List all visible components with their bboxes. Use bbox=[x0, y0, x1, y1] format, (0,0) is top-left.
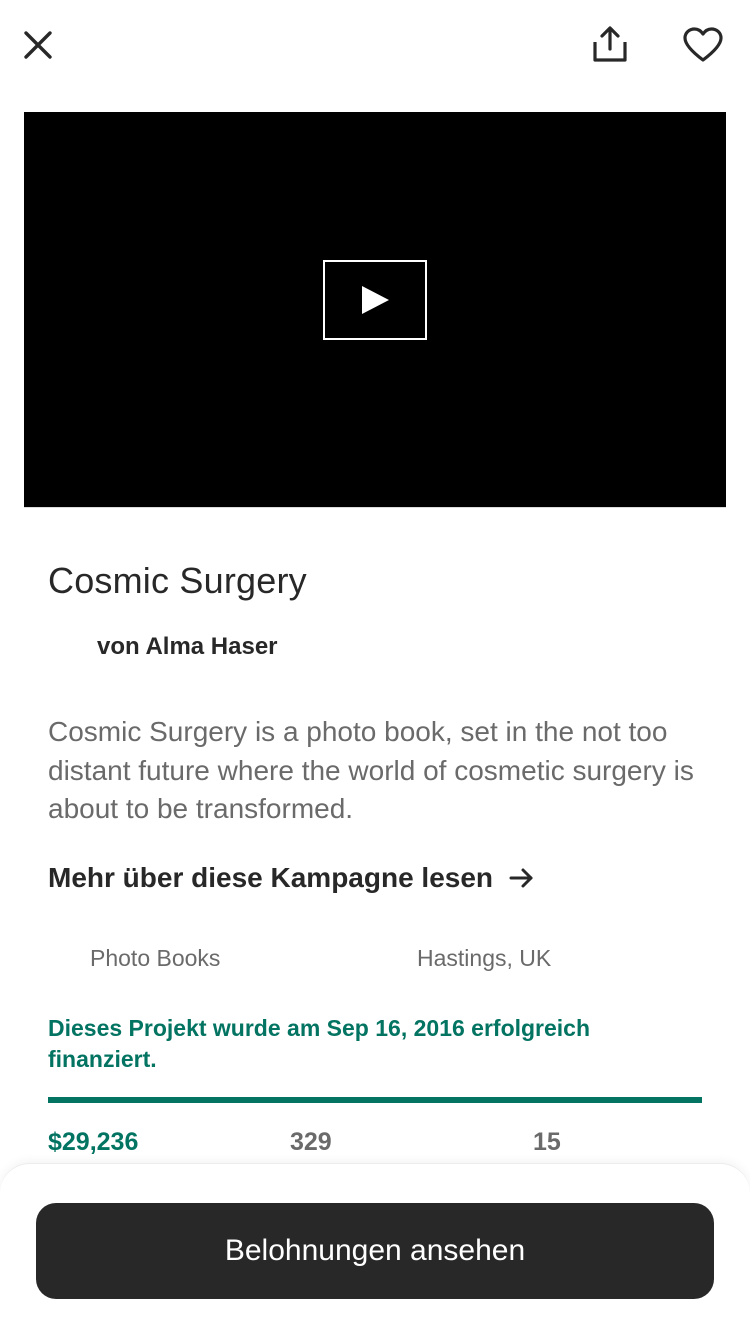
close-button[interactable] bbox=[14, 21, 62, 69]
play-button[interactable] bbox=[323, 260, 427, 340]
read-more-label: Mehr über diese Kampagne lesen bbox=[48, 862, 494, 893]
share-button[interactable] bbox=[586, 21, 634, 69]
funded-status: Dieses Projekt wurde am Sep 16, 2016 erf… bbox=[48, 1015, 591, 1072]
video-player[interactable] bbox=[24, 112, 726, 508]
pledged-amount: $29,236 bbox=[48, 1128, 139, 1156]
backers-count: 329 bbox=[290, 1128, 332, 1156]
project-screen: Cosmic Surgery von Alma Haser Cosmic Sur… bbox=[0, 0, 750, 1334]
location-tag[interactable]: Hastings, UK bbox=[417, 945, 551, 972]
funding-progress-fill bbox=[48, 1097, 702, 1103]
days-count: 15 bbox=[533, 1128, 561, 1156]
favorite-button[interactable] bbox=[679, 21, 727, 69]
play-icon bbox=[362, 286, 389, 314]
bottom-action-bar: Belohnungen ansehen bbox=[0, 1163, 750, 1334]
share-icon bbox=[593, 26, 627, 62]
project-author[interactable]: von Alma Haser bbox=[97, 633, 278, 661]
arrow-right-icon bbox=[509, 867, 535, 889]
heart-icon bbox=[683, 27, 723, 62]
top-bar bbox=[0, 0, 750, 100]
close-icon bbox=[24, 31, 52, 59]
project-description: Cosmic Surgery is a photo book, set in t… bbox=[48, 716, 694, 824]
view-rewards-button[interactable]: Belohnungen ansehen bbox=[36, 1203, 714, 1299]
read-more-link[interactable]: Mehr über diese Kampagne lesen bbox=[48, 862, 535, 894]
project-title: Cosmic Surgery bbox=[48, 560, 307, 601]
funding-progress-bar bbox=[48, 1097, 702, 1103]
category-tag[interactable]: Photo Books bbox=[90, 945, 220, 972]
